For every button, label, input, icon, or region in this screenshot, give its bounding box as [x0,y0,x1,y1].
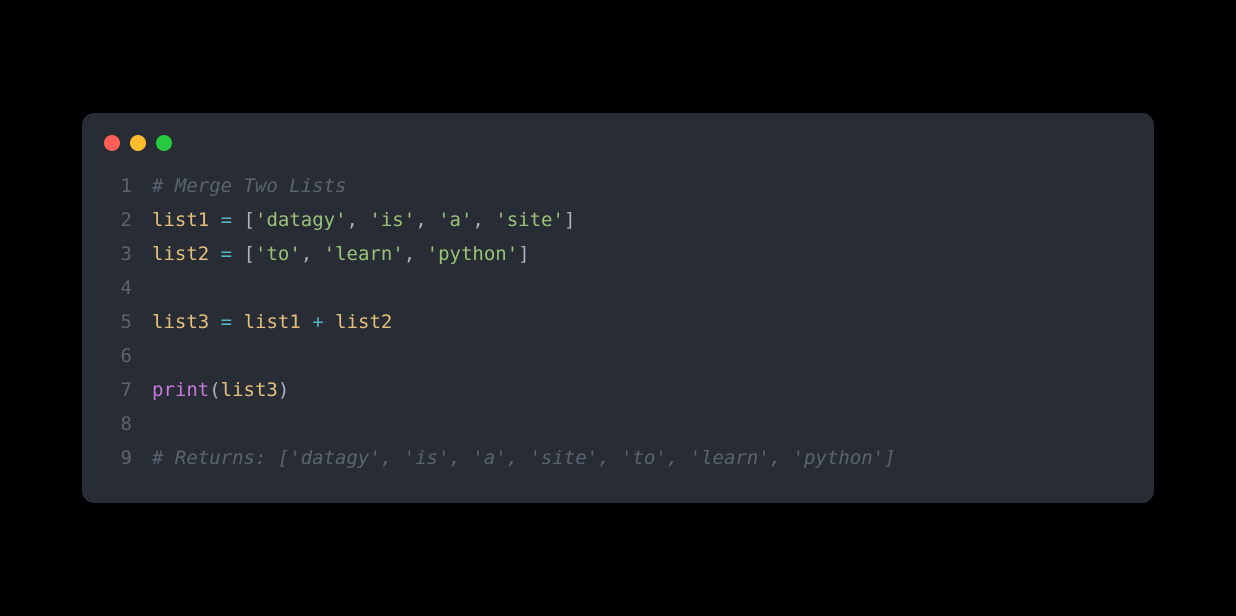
code-line: 9 # Returns: ['datagy', 'is', 'a', 'site'… [104,441,1132,475]
code-area: 1 # Merge Two Lists 2 list1 = ['datagy', 'i… [82,169,1154,475]
code-content: list3 = list1 + list2 [152,305,392,339]
token-bracket: ] [518,243,529,265]
code-line: 6 [104,339,1132,373]
window-titlebar [82,113,1154,169]
token-string: 'is' [369,209,415,231]
line-number: 3 [104,237,132,271]
token-plain [209,209,220,231]
maximize-icon[interactable] [156,135,172,151]
token-plain [209,243,220,265]
code-line: 5 list3 = list1 + list2 [104,305,1132,339]
code-content: # Returns: ['datagy', 'is', 'a', 'site',… [152,441,896,475]
code-content: list2 = ['to', 'learn', 'python'] [152,237,530,271]
token-variable: list3 [152,311,209,333]
code-window: 1 # Merge Two Lists 2 list1 = ['datagy', 'i… [82,113,1154,503]
token-operator: + [312,311,323,333]
close-icon[interactable] [104,135,120,151]
token-variable: list2 [335,311,392,333]
token-string: 'a' [438,209,472,231]
token-punct: , [301,243,324,265]
token-string: 'python' [427,243,519,265]
token-string: 'to' [255,243,301,265]
token-plain [232,311,243,333]
token-variable: list1 [152,209,209,231]
token-plain [301,311,312,333]
line-number: 8 [104,407,132,441]
token-string: 'datagy' [255,209,347,231]
line-number: 6 [104,339,132,373]
token-plain [232,243,243,265]
code-line: 1 # Merge Two Lists [104,169,1132,203]
token-bracket: [ [244,243,255,265]
token-operator: = [221,243,232,265]
token-punct: , [415,209,438,231]
token-bracket: [ [244,209,255,231]
token-string: 'site' [495,209,564,231]
minimize-icon[interactable] [130,135,146,151]
token-comment: # Merge Two Lists [152,175,346,197]
token-plain [209,311,220,333]
code-line: 4 [104,271,1132,305]
token-function: print [152,379,209,401]
token-punct: , [404,243,427,265]
line-number: 5 [104,305,132,339]
token-variable: list2 [152,243,209,265]
token-variable: list3 [221,379,278,401]
token-operator: = [221,209,232,231]
code-content: list1 = ['datagy', 'is', 'a', 'site'] [152,203,575,237]
code-line: 3 list2 = ['to', 'learn', 'python'] [104,237,1132,271]
token-plain [324,311,335,333]
token-string: 'learn' [324,243,404,265]
code-line: 8 [104,407,1132,441]
line-number: 9 [104,441,132,475]
code-content: # Merge Two Lists [152,169,346,203]
token-punct: , [347,209,370,231]
token-plain [232,209,243,231]
line-number: 2 [104,203,132,237]
token-paren: ) [278,379,289,401]
code-content: print(list3) [152,373,289,407]
line-number: 7 [104,373,132,407]
token-comment: # Returns: ['datagy', 'is', 'a', 'site',… [152,447,896,469]
line-number: 4 [104,271,132,305]
token-bracket: ] [564,209,575,231]
code-line: 2 list1 = ['datagy', 'is', 'a', 'site'] [104,203,1132,237]
token-punct: , [472,209,495,231]
line-number: 1 [104,169,132,203]
token-operator: = [221,311,232,333]
code-line: 7 print(list3) [104,373,1132,407]
token-paren: ( [209,379,220,401]
token-variable: list1 [244,311,301,333]
